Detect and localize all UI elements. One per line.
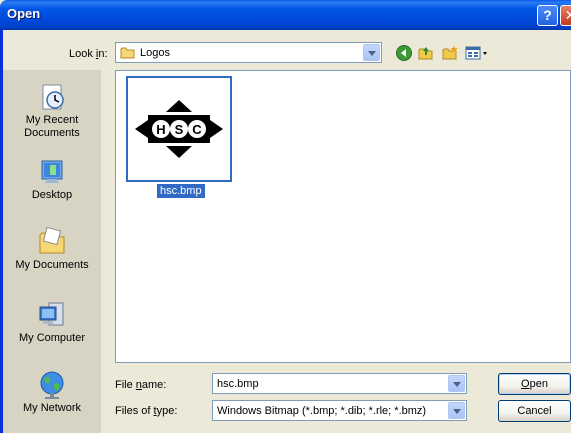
new-folder-icon[interactable] [441, 44, 459, 62]
place-my-computer[interactable]: My Computer [3, 300, 101, 345]
file-name-field[interactable]: hsc.bmp [212, 373, 467, 394]
look-in-value: Logos [140, 47, 170, 59]
chevron-down-icon[interactable] [448, 375, 465, 392]
back-icon[interactable] [395, 44, 413, 62]
place-my-documents[interactable]: My Documents [3, 225, 101, 272]
folder-icon [120, 47, 135, 59]
my-network-icon [40, 371, 64, 399]
look-in-label: Look in: [69, 48, 108, 60]
title-bar: Open ? ✕ [0, 0, 571, 30]
recent-documents-icon [42, 84, 64, 110]
file-thumbnail[interactable]: H S C [126, 76, 232, 182]
my-computer-icon [39, 302, 64, 326]
place-my-recent-documents[interactable]: My Recent Documents [3, 82, 101, 140]
svg-text:S: S [175, 122, 184, 137]
open-button[interactable]: Open [498, 373, 571, 395]
up-folder-icon[interactable] [417, 44, 435, 62]
file-list[interactable]: H S C hsc.bmp [115, 70, 571, 363]
close-button[interactable]: ✕ [560, 5, 571, 26]
desktop-icon [41, 160, 63, 183]
svg-text:C: C [192, 122, 202, 137]
hsc-logo-image: H S C [135, 100, 223, 158]
place-desktop[interactable]: Desktop [3, 157, 101, 202]
views-menu-icon[interactable] [465, 44, 489, 62]
file-type-label: Files of type: [115, 405, 178, 417]
file-name-label[interactable]: hsc.bmp [157, 184, 205, 198]
look-in-dropdown[interactable]: Logos [115, 42, 382, 63]
chevron-down-icon[interactable] [448, 402, 465, 419]
cancel-button[interactable]: Cancel [498, 400, 571, 422]
file-name-value: hsc.bmp [217, 378, 259, 390]
file-name-field-label: File name: [115, 379, 167, 391]
chevron-down-icon[interactable] [363, 44, 380, 61]
file-type-dropdown[interactable]: Windows Bitmap (*.bmp; *.dib; *.rle; *.b… [212, 400, 467, 421]
help-button[interactable]: ? [537, 5, 558, 26]
my-documents-icon [39, 226, 65, 254]
svg-text:H: H [156, 122, 165, 137]
file-type-value: Windows Bitmap (*.bmp; *.dib; *.rle; *.b… [217, 405, 427, 417]
places-bar: My Recent Documents Desktop My Documents… [3, 70, 101, 433]
window-title: Open [7, 6, 41, 21]
place-my-network[interactable]: My Network [3, 370, 101, 415]
